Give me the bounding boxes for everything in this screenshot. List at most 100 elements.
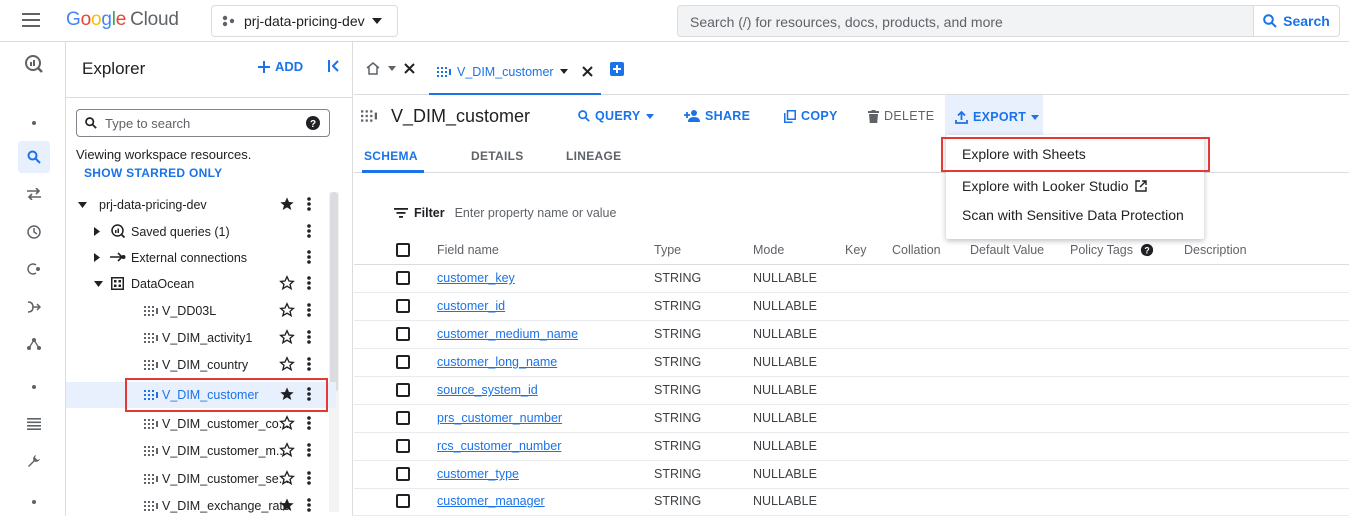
header-key[interactable]: Key (845, 243, 867, 257)
search-icon[interactable] (24, 147, 44, 167)
project-picker[interactable]: prj-data-pricing-dev (211, 5, 398, 37)
star-outline-icon[interactable] (279, 329, 295, 345)
explorer-search-input[interactable]: Type to search ? (76, 109, 330, 137)
tab-v-dim-customer[interactable]: V_DIM_customer (429, 50, 601, 95)
tree-item-view[interactable]: V_DIM_activity1 (66, 325, 336, 351)
star-outline-icon[interactable] (279, 302, 295, 318)
more-options-icon[interactable] (307, 275, 311, 291)
star-outline-icon[interactable] (279, 442, 295, 458)
tree-item-project[interactable]: prj-data-pricing-dev (66, 192, 336, 218)
help-icon[interactable]: ? (305, 115, 321, 131)
more-options-icon[interactable] (307, 223, 311, 239)
star-outline-icon[interactable] (279, 415, 295, 431)
tree-item-saved-queries[interactable]: Saved queries (1) (66, 219, 336, 245)
menu-item-scan-sdp[interactable]: Scan with Sensitive Data Protection (962, 207, 1184, 223)
header-default-value[interactable]: Default Value (970, 243, 1044, 257)
table-row[interactable]: customer_medium_name STRING NULLABLE (354, 321, 1349, 349)
more-options-icon[interactable] (307, 329, 311, 345)
more-options-icon[interactable] (307, 356, 311, 372)
star-filled-icon[interactable] (279, 497, 295, 513)
field-name-link[interactable]: source_system_id (437, 383, 538, 397)
row-checkbox[interactable] (396, 383, 410, 397)
expand-arrow-right-icon[interactable] (94, 253, 100, 262)
table-row[interactable]: customer_type STRING NULLABLE (354, 461, 1349, 489)
tree-item-view[interactable]: V_DD03L (66, 298, 336, 324)
field-name-link[interactable]: customer_key (437, 271, 515, 285)
header-type[interactable]: Type (654, 243, 681, 257)
row-checkbox[interactable] (396, 439, 410, 453)
select-all-checkbox[interactable] (396, 243, 410, 257)
field-name-link[interactable]: customer_id (437, 299, 505, 313)
tree-item-view[interactable]: V_DIM_customer_se... (66, 466, 336, 492)
google-cloud-logo[interactable]: Google Cloud (66, 9, 179, 31)
filter-input[interactable]: Enter property name or value (455, 206, 617, 220)
field-name-link[interactable]: customer_long_name (437, 355, 557, 369)
more-options-icon[interactable] (307, 497, 311, 513)
field-name-link[interactable]: rcs_customer_number (437, 439, 561, 453)
row-checkbox[interactable] (396, 411, 410, 425)
header-mode[interactable]: Mode (753, 243, 784, 257)
table-row[interactable]: customer_key STRING NULLABLE (354, 265, 1349, 293)
delete-button[interactable]: DELETE (868, 109, 934, 123)
graph-icon[interactable] (24, 334, 44, 354)
tree-item-view[interactable]: V_DIM_customer_co... (66, 411, 336, 437)
collapse-panel-icon[interactable] (328, 59, 340, 73)
caret-down-icon[interactable] (559, 69, 568, 74)
close-icon[interactable] (404, 63, 415, 74)
more-options-icon[interactable] (307, 196, 311, 212)
query-button[interactable]: QUERY (578, 109, 654, 123)
search-input[interactable]: Search (/) for resources, docs, products… (677, 5, 1253, 37)
history-icon[interactable] (24, 222, 44, 242)
field-name-link[interactable]: prs_customer_number (437, 411, 562, 425)
share-button[interactable]: SHARE (684, 109, 750, 123)
row-checkbox[interactable] (396, 494, 410, 508)
header-collation[interactable]: Collation (892, 243, 941, 257)
field-name-link[interactable]: customer_medium_name (437, 327, 578, 341)
tab-lineage[interactable]: LINEAGE (566, 149, 621, 163)
table-row[interactable]: rcs_customer_number STRING NULLABLE (354, 433, 1349, 461)
search-button[interactable]: Search (1253, 5, 1340, 37)
tab-details[interactable]: DETAILS (471, 149, 524, 163)
header-description[interactable]: Description (1184, 243, 1247, 257)
menu-item-explore-looker-studio[interactable]: Explore with Looker Studio (962, 178, 1147, 194)
field-name-link[interactable]: customer_type (437, 467, 519, 481)
copy-button[interactable]: COPY (784, 109, 838, 123)
more-options-icon[interactable] (307, 302, 311, 318)
hamburger-menu-icon[interactable] (22, 13, 40, 27)
more-options-icon[interactable] (307, 442, 311, 458)
star-outline-icon[interactable] (279, 275, 295, 291)
tree-item-view[interactable]: V_DIM_country (66, 352, 336, 378)
tree-item-view[interactable]: V_DIM_customer_m... (66, 438, 336, 464)
tree-item-dataset[interactable]: DataOcean (66, 271, 336, 297)
table-row[interactable]: customer_long_name STRING NULLABLE (354, 349, 1349, 377)
expand-arrow-down-icon[interactable] (94, 281, 103, 287)
more-options-icon[interactable] (307, 415, 311, 431)
dot-icon[interactable] (24, 113, 44, 133)
show-starred-link[interactable]: SHOW STARRED ONLY (84, 166, 222, 180)
row-checkbox[interactable] (396, 355, 410, 369)
header-field-name[interactable]: Field name (437, 243, 499, 257)
table-row[interactable]: customer_id STRING NULLABLE (354, 293, 1349, 321)
tab-schema[interactable]: SCHEMA (364, 149, 418, 163)
more-options-icon[interactable] (307, 470, 311, 486)
row-checkbox[interactable] (396, 467, 410, 481)
add-button[interactable]: ADD (258, 59, 303, 74)
dot-icon[interactable] (24, 492, 44, 512)
bigquery-logo-icon[interactable] (24, 54, 44, 74)
header-policy-tags[interactable]: Policy Tags (1070, 243, 1133, 257)
help-icon[interactable]: ? (1140, 243, 1154, 257)
analytics-hub-icon[interactable] (24, 259, 44, 279)
star-filled-icon[interactable] (279, 196, 295, 212)
table-row[interactable]: customer_manager STRING NULLABLE (354, 488, 1349, 516)
row-checkbox[interactable] (396, 327, 410, 341)
dataflow-icon[interactable] (24, 297, 44, 317)
star-outline-icon[interactable] (279, 356, 295, 372)
table-row[interactable]: prs_customer_number STRING NULLABLE (354, 405, 1349, 433)
schema-filter[interactable]: Filter Enter property name or value (394, 206, 616, 220)
transfer-icon[interactable] (24, 184, 44, 204)
row-checkbox[interactable] (396, 271, 410, 285)
table-row[interactable]: source_system_id STRING NULLABLE (354, 377, 1349, 405)
row-checkbox[interactable] (396, 299, 410, 313)
close-icon[interactable] (581, 66, 593, 77)
caret-down-icon[interactable] (388, 66, 396, 71)
